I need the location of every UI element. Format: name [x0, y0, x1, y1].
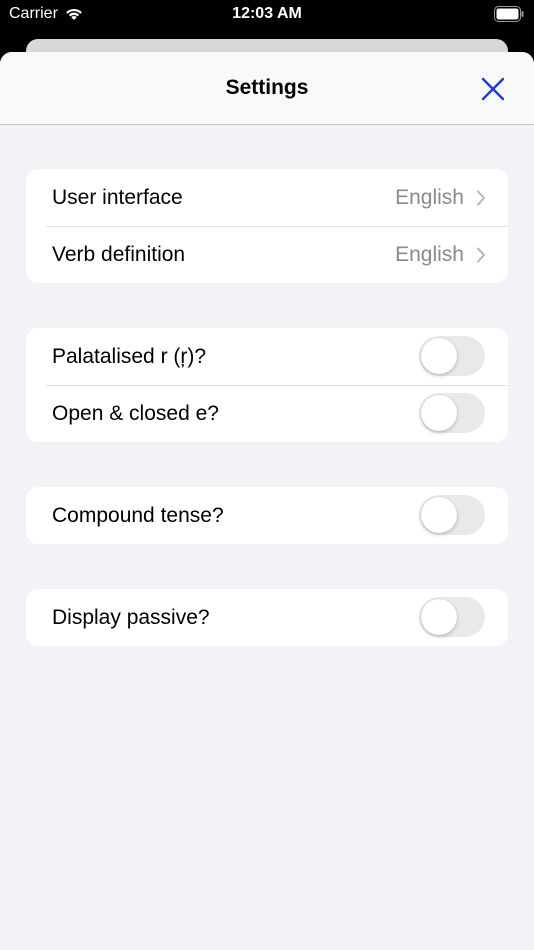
- verb-definition-value: English: [395, 242, 464, 266]
- user-interface-row[interactable]: User interface English: [26, 169, 508, 226]
- toggle-knob: [421, 395, 457, 431]
- language-settings-group: User interface English Verb definition E…: [26, 169, 508, 283]
- toggle-knob: [421, 599, 457, 635]
- chevron-right-icon: [477, 247, 485, 262]
- toggle-knob: [421, 497, 457, 533]
- display-passive-toggle[interactable]: [419, 597, 485, 637]
- toggle-knob: [421, 338, 457, 374]
- status-bar: Carrier 12:03 AM: [0, 0, 534, 30]
- compound-tense-row: Compound tense?: [26, 487, 508, 544]
- settings-sheet: Settings User interface English Verb def…: [0, 52, 534, 950]
- verb-definition-row[interactable]: Verb definition English: [26, 226, 508, 283]
- user-interface-label: User interface: [52, 185, 183, 209]
- pronunciation-settings-group: Palatalised r (ŗ)? Open & closed e?: [26, 328, 508, 442]
- palatalised-r-row: Palatalised r (ŗ)?: [26, 328, 508, 385]
- open-closed-e-toggle[interactable]: [419, 393, 485, 433]
- verb-definition-label: Verb definition: [52, 242, 186, 266]
- close-icon: [481, 77, 505, 101]
- screen: Carrier 12:03 AM Settings User interface…: [0, 0, 534, 950]
- compound-tense-group: Compound tense?: [26, 487, 508, 544]
- display-passive-row: Display passive?: [26, 589, 508, 646]
- close-button[interactable]: [478, 74, 508, 104]
- chevron-right-icon: [477, 190, 485, 205]
- open-closed-e-row: Open & closed e?: [26, 385, 508, 442]
- page-title: Settings: [225, 76, 309, 99]
- palatalised-r-toggle[interactable]: [419, 336, 485, 376]
- display-passive-group: Display passive?: [26, 589, 508, 646]
- battery-icon: [494, 6, 524, 22]
- compound-tense-toggle[interactable]: [419, 495, 485, 535]
- status-time: 12:03 AM: [232, 5, 302, 22]
- navigation-bar: Settings: [0, 52, 534, 125]
- user-interface-value: English: [395, 185, 464, 209]
